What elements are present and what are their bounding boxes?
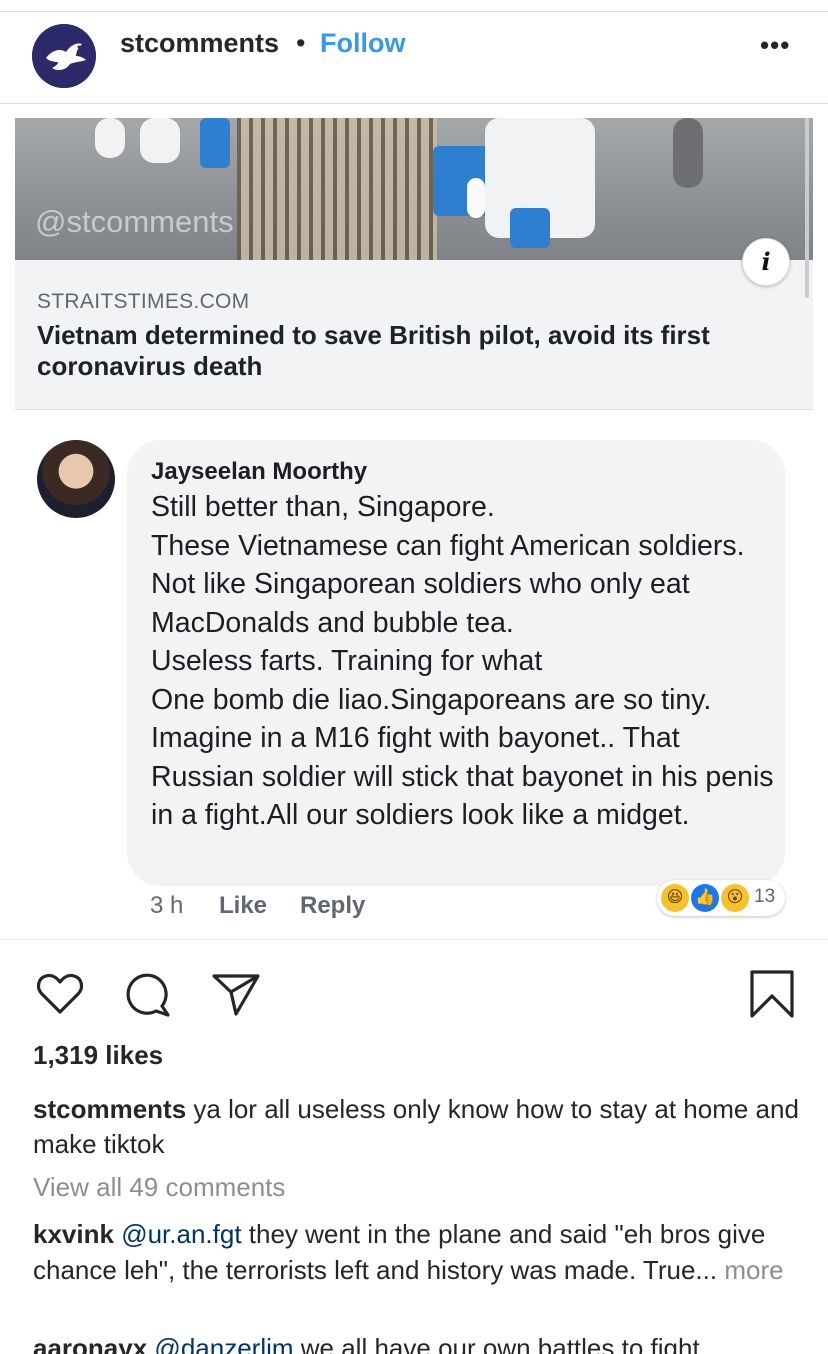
comment-item: kxvink @ur.an.fgt they went in the plane… xyxy=(33,1216,813,1288)
comment-like-link: Like xyxy=(219,892,268,919)
dove-logo-icon xyxy=(32,24,96,88)
comment-username[interactable]: aaronayx xyxy=(33,1333,147,1354)
comment-author: Jayseelan Moorthy xyxy=(151,458,368,485)
comment-username[interactable]: kxvink xyxy=(33,1219,114,1249)
separator-dot: • xyxy=(296,28,306,58)
reaction-count: 13 xyxy=(754,886,776,907)
link-headline: Vietnam determined to save British pilot… xyxy=(37,320,710,381)
comment-time: 3 h xyxy=(150,892,184,919)
view-all-comments-link[interactable]: View all 49 comments xyxy=(33,1172,285,1203)
link-preview-card: @stcomments i STRAITSTIMES.COM Vietnam d… xyxy=(15,118,813,410)
article-photo: @stcomments xyxy=(15,118,813,260)
status-divider xyxy=(0,0,828,12)
comment-mention[interactable]: @ur.an.fgt xyxy=(121,1219,241,1249)
more-options-icon[interactable]: ••• xyxy=(760,30,790,61)
heart-icon[interactable] xyxy=(34,968,86,1020)
bookmark-icon[interactable] xyxy=(746,968,798,1020)
watermark: @stcomments xyxy=(35,204,234,239)
caption-username[interactable]: stcomments xyxy=(33,1094,186,1124)
photo-megaphone xyxy=(467,178,485,218)
reaction-summary: 😆 👍 😮 13 xyxy=(657,880,785,916)
comment-icon[interactable] xyxy=(122,968,174,1020)
info-icon[interactable]: i xyxy=(742,238,790,286)
photo-chair xyxy=(510,208,550,248)
comment-body: we all have our own battles to fight. xyxy=(300,1333,707,1354)
like-icon: 👍 xyxy=(691,884,719,912)
wow-icon: 😮 xyxy=(721,884,749,912)
photo-fence xyxy=(237,118,437,260)
post-header: stcomments • Follow ••• xyxy=(0,12,828,104)
comment-bubble: Jayseelan Moorthy Still better than, Sin… xyxy=(127,440,785,886)
follow-button[interactable]: Follow xyxy=(320,28,405,59)
photo-chair xyxy=(200,118,230,168)
avatar[interactable] xyxy=(32,24,96,88)
photo-figure xyxy=(95,118,125,158)
comment-text: Still better than, Singapore. These Viet… xyxy=(151,491,774,831)
comment-mention[interactable]: @danzerlim xyxy=(154,1333,293,1354)
fb-comment: Jayseelan Moorthy Still better than, Sin… xyxy=(15,410,828,940)
scrollbar xyxy=(805,118,809,298)
post-username[interactable]: stcomments xyxy=(120,28,279,59)
post-image[interactable]: @stcomments i STRAITSTIMES.COM Vietnam d… xyxy=(0,104,828,940)
comment-item: aaronayx @danzerlim we all have our own … xyxy=(33,1330,813,1354)
photo-figure xyxy=(140,118,180,163)
photo-figure xyxy=(673,118,703,188)
comment-reply-link: Reply xyxy=(300,892,366,919)
haha-icon: 😆 xyxy=(661,884,689,912)
likes-count[interactable]: 1,319 likes xyxy=(33,1040,163,1071)
more-link[interactable]: more xyxy=(724,1255,783,1285)
share-icon[interactable] xyxy=(210,968,262,1020)
link-domain: STRAITSTIMES.COM xyxy=(37,290,250,313)
commenter-avatar xyxy=(37,440,115,518)
image-divider xyxy=(0,939,828,940)
post-caption: stcomments ya lor all useless only know … xyxy=(33,1092,813,1162)
